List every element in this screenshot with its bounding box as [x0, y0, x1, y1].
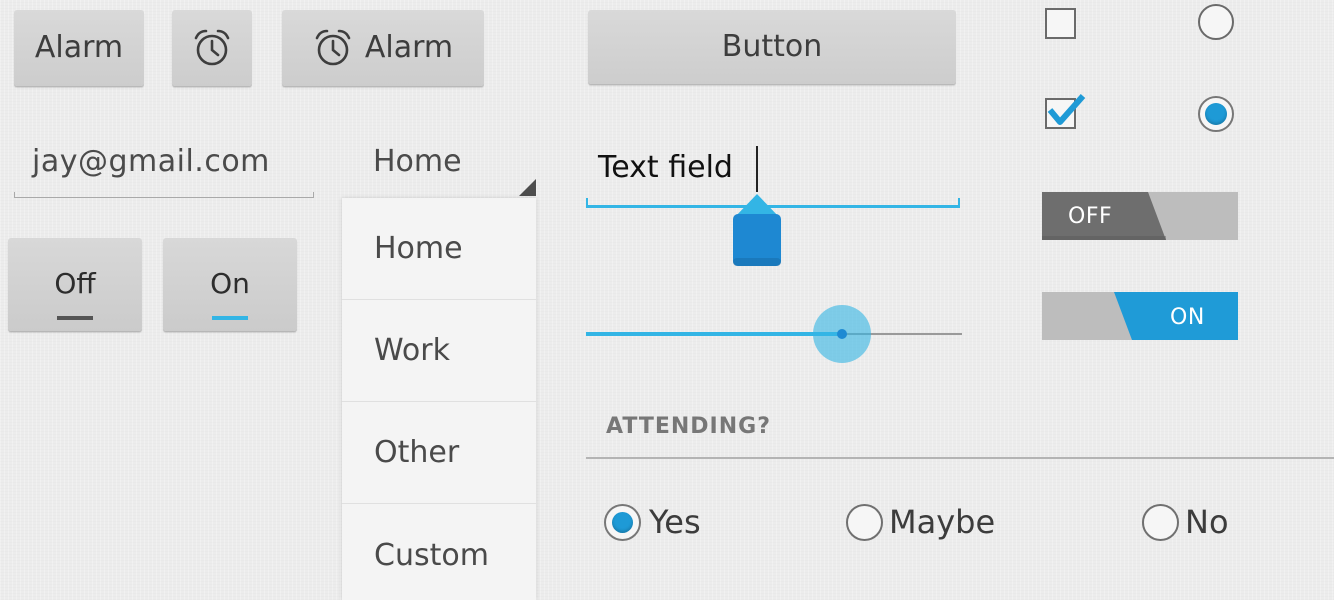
checkbox-unchecked[interactable]	[1045, 8, 1076, 39]
attending-option-label: Yes	[649, 503, 701, 541]
dropdown-option-label: Work	[374, 333, 450, 368]
spinner-dropdown-arrow-icon	[519, 179, 536, 196]
radio-selected-dot	[612, 511, 633, 533]
toggle-button-on-label: On	[210, 267, 250, 300]
attending-option-maybe[interactable]: Maybe	[846, 500, 995, 544]
seekbar[interactable]	[586, 304, 962, 364]
seekbar-progress	[586, 332, 842, 336]
checkmark-icon	[1047, 94, 1086, 125]
switch-on[interactable]: ON	[1042, 292, 1238, 340]
spinner-selected-value: Home	[373, 144, 462, 179]
radio-selected-dot	[1205, 103, 1227, 125]
main-button[interactable]: Button	[588, 10, 956, 84]
switch-off[interactable]: OFF	[1042, 192, 1238, 240]
radio-button-icon	[604, 503, 641, 541]
attending-header: ATTENDING?	[606, 414, 771, 439]
switch-on-graphic	[1042, 292, 1238, 340]
radio-unselected[interactable]	[1198, 4, 1234, 40]
attending-option-label: No	[1185, 503, 1229, 541]
alarm-icon-text-button[interactable]: Alarm	[282, 10, 484, 86]
attending-option-no[interactable]: No	[1142, 500, 1229, 544]
toggle-button-off-label: Off	[54, 267, 96, 300]
email-field[interactable]: jay@gmail.com	[14, 138, 314, 198]
dropdown-option-other[interactable]: Other	[342, 402, 536, 504]
radio-button-icon	[1142, 503, 1179, 541]
toggle-off-indicator	[57, 316, 93, 320]
checkbox-checked[interactable]	[1045, 94, 1086, 129]
toggle-button-off[interactable]: Off	[8, 238, 142, 331]
dropdown-option-label: Custom	[374, 537, 489, 573]
alarm-text-button[interactable]: Alarm	[14, 10, 144, 86]
radio-button-icon	[846, 503, 883, 541]
alarm-icon-button[interactable]	[172, 10, 252, 86]
seekbar-thumb-center	[837, 329, 847, 339]
attending-divider	[586, 457, 1334, 459]
text-cursor	[756, 146, 758, 192]
alarm-clock-icon	[194, 29, 230, 66]
attending-option-label: Maybe	[889, 503, 996, 541]
text-field-tick-left	[586, 198, 588, 208]
text-selection-handle-icon[interactable]	[730, 192, 784, 268]
text-field-value: Text field	[598, 150, 733, 185]
dropdown-option-label: Other	[374, 435, 460, 470]
dropdown-option-work[interactable]: Work	[342, 300, 536, 402]
spinner[interactable]: Home	[342, 138, 538, 198]
email-field-value: jay@gmail.com	[32, 144, 270, 179]
dropdown-option-home[interactable]: Home	[342, 198, 536, 300]
alarm-button-label: Alarm	[34, 30, 124, 65]
attending-option-yes[interactable]: Yes	[604, 500, 701, 544]
toggle-on-indicator	[212, 316, 248, 320]
alarm-button-label: Alarm	[364, 30, 454, 65]
toggle-button-on[interactable]: On	[163, 238, 297, 331]
spinner-dropdown-list: Home Work Other Custom	[342, 198, 536, 600]
dropdown-option-custom[interactable]: Custom	[342, 504, 536, 600]
switch-off-label: OFF	[1068, 204, 1113, 229]
alarm-clock-icon	[315, 29, 351, 66]
main-button-label: Button	[721, 29, 823, 64]
text-field-tick-right	[958, 198, 960, 208]
switch-on-label: ON	[1170, 305, 1205, 330]
dropdown-option-label: Home	[374, 231, 463, 266]
radio-selected[interactable]	[1198, 96, 1234, 132]
